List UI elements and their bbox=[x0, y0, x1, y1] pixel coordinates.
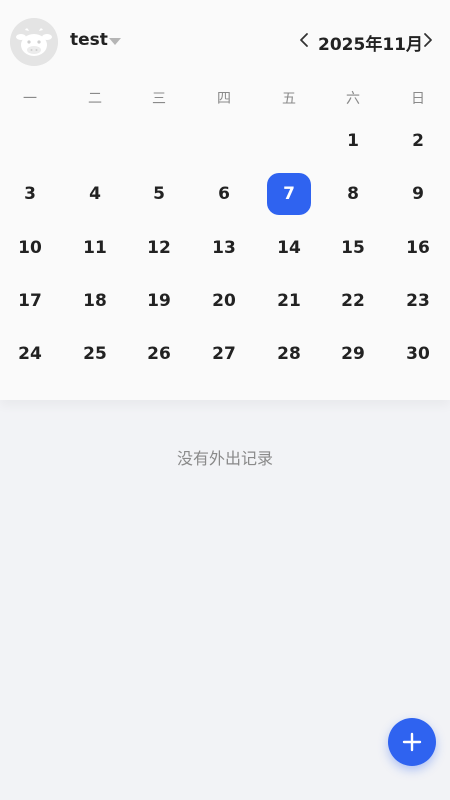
calendar-day[interactable]: 2 bbox=[396, 120, 440, 162]
weekday-label: 六 bbox=[346, 91, 360, 107]
calendar-day[interactable]: 6 bbox=[202, 173, 246, 215]
calendar-day[interactable]: 3 bbox=[8, 173, 52, 215]
calendar-day[interactable]: 14 bbox=[267, 227, 311, 269]
calendar-day[interactable]: 29 bbox=[331, 333, 375, 375]
chevron-right-icon bbox=[424, 33, 432, 47]
cow-avatar-icon bbox=[10, 18, 58, 66]
weekday-label: 一 bbox=[23, 91, 37, 107]
weekday-label: 四 bbox=[217, 91, 231, 107]
calendar-day[interactable]: 15 bbox=[331, 227, 375, 269]
calendar-day[interactable]: 24 bbox=[8, 333, 52, 375]
header: test 2025年11月 bbox=[0, 0, 450, 84]
calendar-day[interactable]: 26 bbox=[137, 333, 181, 375]
weekday-row: 一 二 三 四 五 六 日 bbox=[0, 88, 450, 112]
calendar-day[interactable]: 1 bbox=[331, 120, 375, 162]
weekday-label: 日 bbox=[411, 91, 425, 107]
add-record-button[interactable] bbox=[388, 718, 436, 766]
username[interactable]: test bbox=[70, 30, 108, 50]
calendar-day[interactable]: 16 bbox=[396, 227, 440, 269]
chevron-down-icon[interactable] bbox=[109, 38, 121, 45]
calendar-card: test 2025年11月 一 二 三 四 五 六 日 1 2 3 4 5 6 … bbox=[0, 0, 450, 400]
prev-month-button[interactable] bbox=[296, 30, 312, 50]
calendar-day[interactable]: 18 bbox=[73, 280, 117, 322]
next-month-button[interactable] bbox=[420, 30, 436, 50]
calendar-day[interactable]: 25 bbox=[73, 333, 117, 375]
calendar-day[interactable]: 27 bbox=[202, 333, 246, 375]
calendar-day[interactable]: 30 bbox=[396, 333, 440, 375]
calendar-day[interactable]: 21 bbox=[267, 280, 311, 322]
calendar-day-selected[interactable]: 7 bbox=[267, 173, 311, 215]
calendar-day[interactable]: 4 bbox=[73, 173, 117, 215]
day-grid: 1 2 3 4 5 6 7 8 9 10 11 12 13 14 15 16 1… bbox=[0, 118, 450, 388]
calendar-day[interactable]: 19 bbox=[137, 280, 181, 322]
calendar-day[interactable]: 23 bbox=[396, 280, 440, 322]
app-root: test 2025年11月 一 二 三 四 五 六 日 1 2 3 4 5 6 … bbox=[0, 0, 450, 800]
calendar-day[interactable]: 10 bbox=[8, 227, 52, 269]
weekday-label: 二 bbox=[88, 91, 102, 107]
chevron-left-icon bbox=[300, 33, 308, 47]
calendar-day[interactable]: 28 bbox=[267, 333, 311, 375]
calendar-day[interactable]: 17 bbox=[8, 280, 52, 322]
weekday-label: 三 bbox=[152, 91, 166, 107]
calendar-day[interactable]: 12 bbox=[137, 227, 181, 269]
calendar-day[interactable]: 22 bbox=[331, 280, 375, 322]
month-label[interactable]: 2025年11月 bbox=[318, 30, 423, 55]
plus-icon bbox=[402, 732, 422, 752]
avatar[interactable] bbox=[10, 18, 58, 66]
weekday-label: 五 bbox=[282, 91, 296, 107]
calendar-day[interactable]: 5 bbox=[137, 173, 181, 215]
calendar-day[interactable]: 13 bbox=[202, 227, 246, 269]
calendar-day[interactable]: 9 bbox=[396, 173, 440, 215]
calendar-day[interactable]: 11 bbox=[73, 227, 117, 269]
calendar-day[interactable]: 8 bbox=[331, 173, 375, 215]
calendar-day[interactable]: 20 bbox=[202, 280, 246, 322]
empty-records-message: 没有外出记录 bbox=[176, 449, 273, 468]
